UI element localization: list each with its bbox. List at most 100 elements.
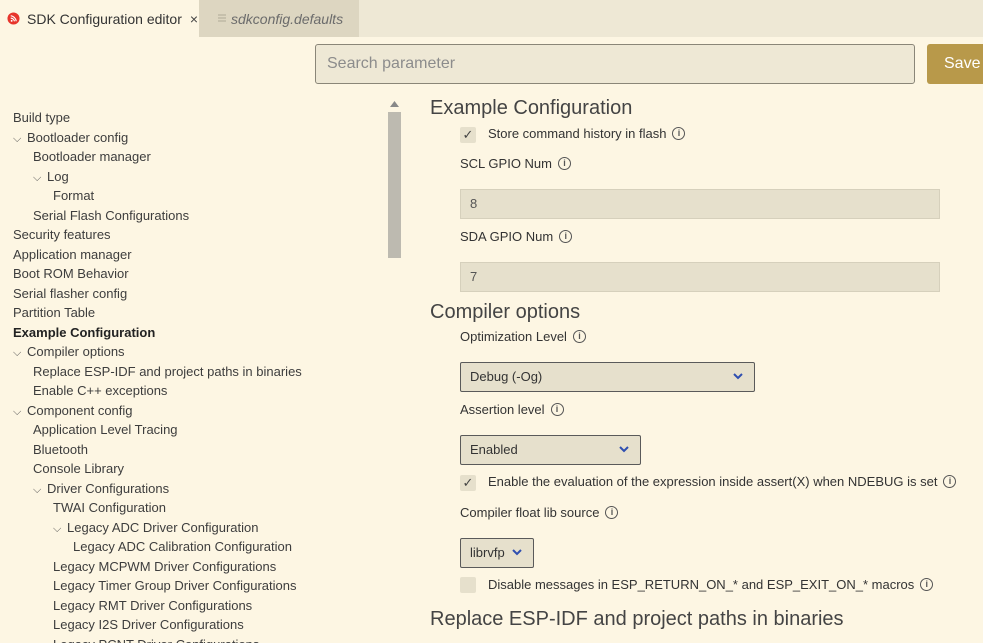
info-icon[interactable]: i: [943, 475, 957, 488]
tree-item-legacy-adc-calibration[interactable]: Legacy ADC Calibration Configuration: [73, 537, 292, 556]
tree-item-legacy-pcnt[interactable]: Legacy PCNT Driver Configurations: [53, 635, 259, 643]
tree-item-legacy-mcpwm[interactable]: Legacy MCPWM Driver Configurations: [53, 557, 276, 576]
tree-item-label: Bluetooth: [33, 441, 88, 457]
info-icon[interactable]: i: [557, 157, 571, 170]
tree-item-twai-configuration[interactable]: TWAI Configuration: [53, 498, 166, 517]
tree-item-application-manager[interactable]: Application manager: [13, 245, 132, 264]
tree-item-app-level-tracing[interactable]: Application Level Tracing: [33, 420, 178, 439]
assertion-level-select[interactable]: Enabled: [460, 435, 641, 465]
scrollbar-thumb[interactable]: [388, 112, 401, 258]
info-icon[interactable]: i: [572, 330, 586, 343]
tree-item-console-library[interactable]: Console Library: [33, 459, 124, 478]
tree-item-label: Build type: [13, 110, 71, 125]
tree-item-label: Legacy ADC Calibration Configuration: [73, 539, 292, 554]
eval-assert-text: Enable the evaluation of the expression …: [488, 474, 938, 489]
tree-item-label: Component config: [27, 402, 133, 418]
scroll-up-arrow-icon[interactable]: [390, 101, 399, 107]
tree-item-label: TWAI Configuration: [53, 500, 166, 515]
tree-item-label: Legacy PCNT Driver Configurations: [53, 637, 259, 643]
tree-item-bluetooth[interactable]: Bluetooth: [33, 440, 88, 459]
info-icon[interactable]: i: [672, 127, 686, 140]
tree-item-legacy-timer-group[interactable]: Legacy Timer Group Driver Configurations: [53, 576, 297, 595]
optimization-level-text: Optimization Level: [460, 329, 567, 344]
assertion-level-value: Enabled: [470, 442, 518, 457]
tree-item-label: Driver Configurations: [47, 480, 170, 496]
info-icon[interactable]: i: [550, 403, 564, 416]
file-icon: [218, 14, 226, 22]
chevron-down-icon[interactable]: ⌵: [53, 520, 67, 539]
tree-item-label: Bootloader manager: [33, 149, 151, 164]
tree-item-label: Compiler options: [27, 344, 125, 359]
tree-item-label: Application Level Tracing: [33, 422, 178, 437]
tree-item-label: Format: [53, 188, 95, 203]
tree-item-label: Log: [47, 168, 69, 184]
config-tree: Build type ⌵ Bootloader config Bootloader m…: [0, 108, 380, 643]
tree-item-driver-configurations[interactable]: ⌵ Driver Configurations: [33, 479, 169, 498]
tab-sdkconfig-defaults[interactable]: sdkconfig.defaults: [199, 0, 359, 37]
sda-gpio-input[interactable]: 7: [460, 262, 940, 292]
scl-gpio-input[interactable]: 8: [460, 189, 940, 219]
chevron-down-icon[interactable]: ⌵: [13, 403, 27, 422]
tree-item-boot-rom-behavior[interactable]: Boot ROM Behavior: [13, 264, 129, 283]
optimization-level-select[interactable]: Debug (-Og): [460, 362, 755, 392]
chevron-down-icon: [512, 549, 522, 556]
optimization-level-value: Debug (-Og): [470, 369, 543, 384]
eval-assert-checkbox[interactable]: ✓: [460, 475, 476, 491]
info-icon[interactable]: i: [920, 578, 934, 591]
tree-item-label: Serial flasher config: [13, 285, 128, 301]
tree-item-legacy-rmt[interactable]: Legacy RMT Driver Configurations: [53, 596, 252, 615]
chevron-down-icon[interactable]: ⌵: [13, 130, 27, 149]
section-title-replace-paths: Replace ESP-IDF and project paths in bin…: [430, 608, 844, 630]
tree-item-log[interactable]: ⌵ Log: [33, 167, 69, 186]
tree-item-label: Security features: [13, 227, 111, 242]
assertion-level-text: Assertion level: [460, 402, 545, 417]
tree-item-label: Legacy I2S Driver Configurations: [53, 617, 244, 632]
tree-item-format[interactable]: Format: [53, 186, 94, 205]
tree-item-label: Legacy Timer Group Driver Configurations: [53, 578, 297, 593]
config-content: Example Configuration ✓ Store command hi…: [430, 96, 983, 643]
tree-item-label: Application manager: [13, 246, 132, 262]
info-icon[interactable]: i: [605, 506, 619, 519]
tab-sdk-configuration-editor[interactable]: SDK Configuration editor ×: [0, 0, 199, 37]
float-lib-label: Compiler float lib source i: [460, 505, 619, 520]
search-input[interactable]: [315, 44, 915, 84]
tree-item-label: Serial Flash Configurations: [33, 207, 190, 223]
info-icon[interactable]: i: [559, 230, 573, 243]
tree-item-bootloader-config[interactable]: ⌵ Bootloader config: [13, 128, 128, 147]
tree-item-partition-table[interactable]: Partition Table: [13, 303, 95, 322]
tree-item-bootloader-manager[interactable]: Bootloader manager: [33, 147, 151, 166]
section-title-example-configuration: Example Configuration: [430, 97, 633, 119]
tree-item-component-config[interactable]: ⌵ Component config: [13, 401, 133, 420]
eval-assert-label: Enable the evaluation of the expression …: [488, 474, 957, 489]
chevron-down-icon[interactable]: ⌵: [13, 344, 27, 363]
tree-item-legacy-i2s[interactable]: Legacy I2S Driver Configurations: [53, 615, 244, 634]
chevron-down-icon[interactable]: ⌵: [33, 481, 47, 500]
assertion-level-label: Assertion level i: [460, 402, 564, 417]
tree-item-label: Example Configuration: [13, 324, 156, 340]
chevron-down-icon[interactable]: ⌵: [33, 169, 47, 188]
chevron-down-icon: [619, 446, 629, 453]
tree-item-build-type[interactable]: Build type: [13, 108, 70, 127]
sda-gpio-label: SDA GPIO Num i: [460, 229, 573, 244]
tab-label: SDK Configuration editor: [27, 10, 182, 27]
save-button[interactable]: Save: [927, 44, 983, 84]
tree-item-label: Replace ESP-IDF and project paths in bin…: [33, 363, 302, 379]
tree-item-label: Partition Table: [13, 305, 96, 320]
tree-item-legacy-adc-driver[interactable]: ⌵ Legacy ADC Driver Configuration: [53, 518, 258, 537]
disable-messages-text: Disable messages in ESP_RETURN_ON_* and …: [488, 577, 915, 592]
store-history-label: Store command history in flash i: [488, 126, 686, 141]
tree-item-replace-paths[interactable]: Replace ESP-IDF and project paths in bin…: [33, 362, 302, 381]
tree-item-example-configuration[interactable]: Example Configuration: [13, 323, 155, 342]
tree-item-serial-flasher-config[interactable]: Serial flasher config: [13, 284, 127, 303]
optimization-level-label: Optimization Level i: [460, 329, 586, 344]
tree-item-label: Legacy ADC Driver Configuration: [67, 519, 259, 535]
disable-messages-checkbox[interactable]: [460, 577, 476, 593]
tree-item-security-features[interactable]: Security features: [13, 225, 111, 244]
store-history-checkbox[interactable]: ✓: [460, 127, 476, 143]
tree-item-enable-cpp-exceptions[interactable]: Enable C++ exceptions: [33, 381, 167, 400]
close-tab-icon[interactable]: ×: [190, 11, 198, 27]
tree-item-compiler-options[interactable]: ⌵ Compiler options: [13, 342, 125, 361]
float-lib-select[interactable]: librvfp: [460, 538, 534, 568]
tree-item-serial-flash-configurations[interactable]: Serial Flash Configurations: [33, 206, 189, 225]
chevron-down-icon: [733, 373, 743, 380]
